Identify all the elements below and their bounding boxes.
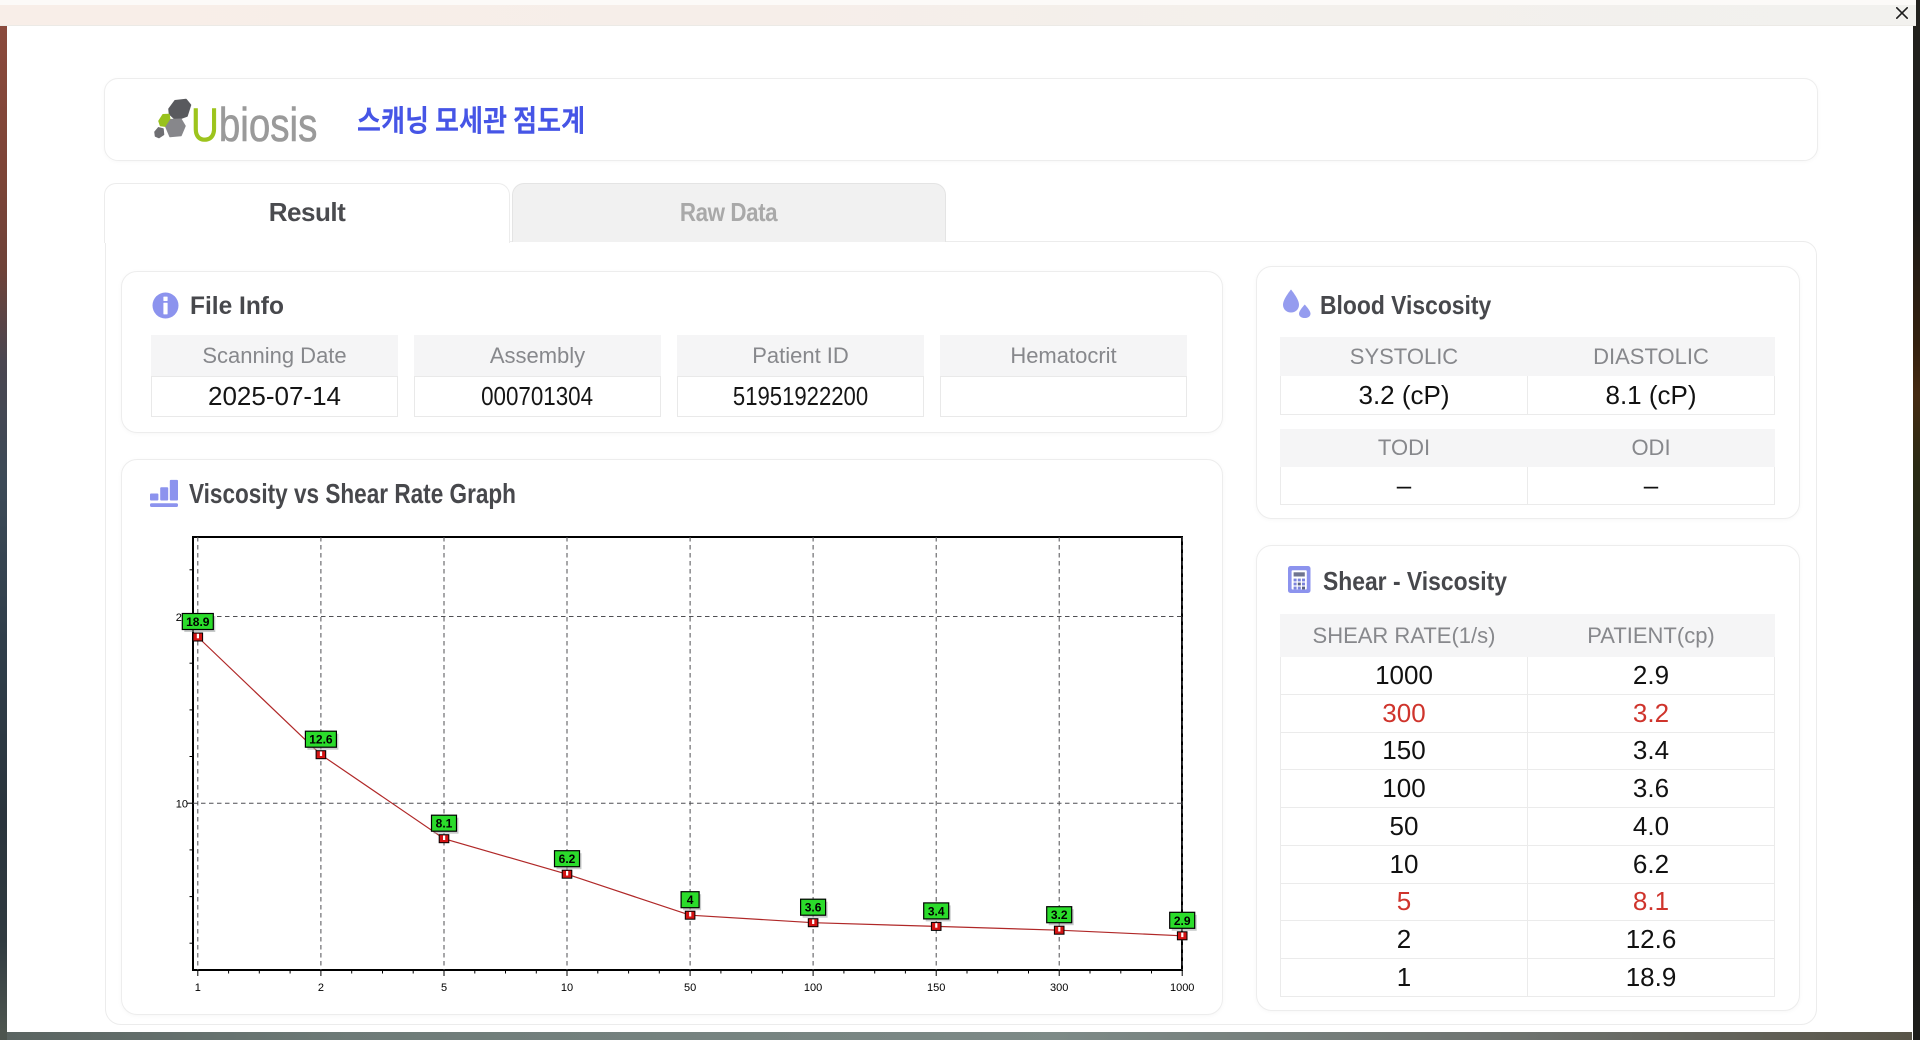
svg-text:2.9: 2.9 (1174, 914, 1191, 928)
svg-text:50: 50 (684, 982, 696, 994)
svg-text:8.1: 8.1 (436, 817, 453, 831)
svg-text:3.4: 3.4 (928, 904, 945, 918)
svg-text:300: 300 (1050, 982, 1068, 994)
svg-text:3.2: 3.2 (1051, 908, 1068, 922)
svg-text:4: 4 (687, 893, 694, 907)
svg-text:5: 5 (441, 982, 447, 994)
svg-text:1000: 1000 (1170, 982, 1194, 994)
svg-text:100: 100 (804, 982, 822, 994)
svg-text:3.6: 3.6 (805, 901, 822, 915)
svg-text:10: 10 (561, 982, 573, 994)
svg-text:10: 10 (176, 799, 188, 811)
svg-text:150: 150 (927, 982, 945, 994)
svg-text:6.2: 6.2 (559, 852, 576, 866)
svg-text:2: 2 (318, 982, 324, 994)
svg-text:1: 1 (195, 982, 201, 994)
svg-text:12.6: 12.6 (309, 733, 333, 747)
svg-text:18.9: 18.9 (186, 615, 210, 629)
